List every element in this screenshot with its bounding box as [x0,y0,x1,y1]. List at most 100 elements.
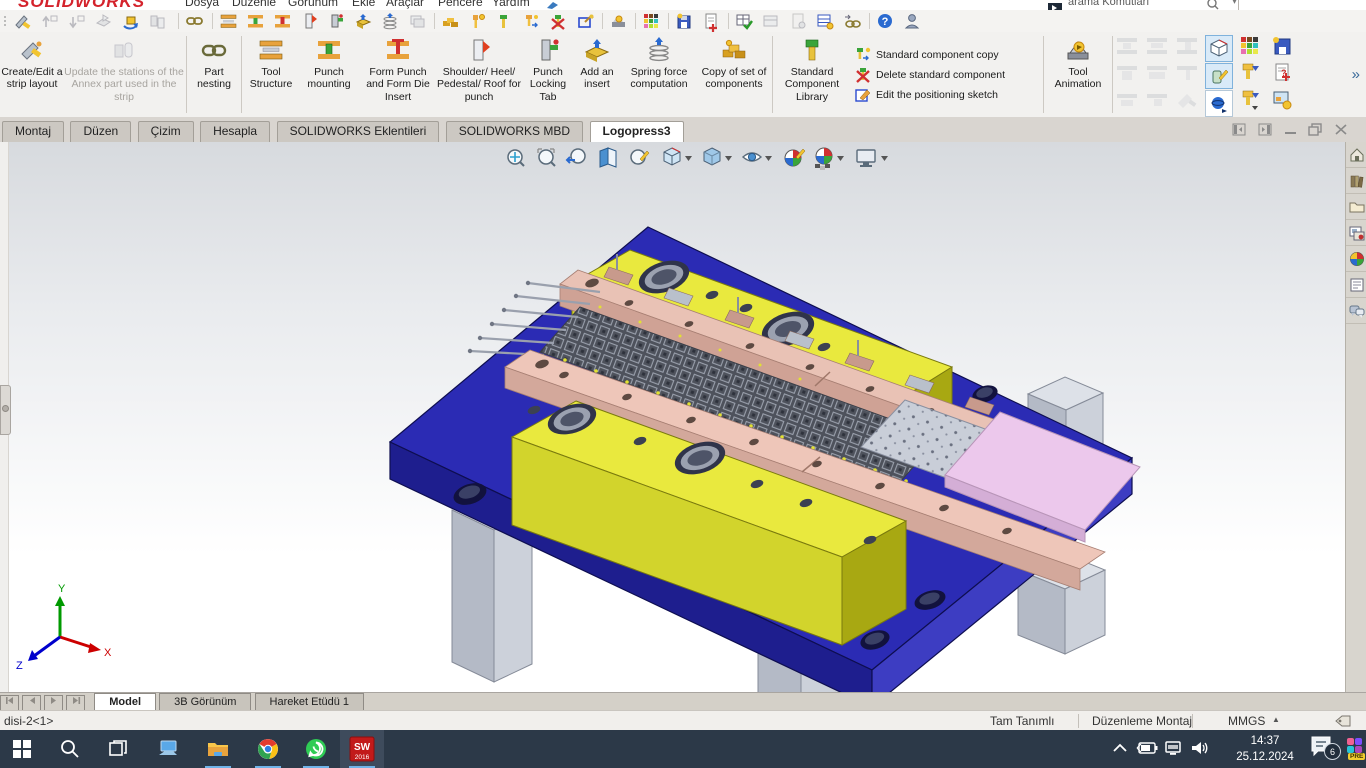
hide-show-caret[interactable] [765,156,772,161]
zoom-to-fit-button[interactable] [508,150,524,166]
search-magnifier-icon[interactable] [1206,0,1232,10]
menu-dosya[interactable]: Dosya [185,0,219,9]
view-settings-caret[interactable] [881,156,888,161]
ribbon-tool-structure-button[interactable]: Tool Structure [244,32,298,117]
collapse-pane-right-icon[interactable] [1258,123,1272,136]
ribbon-delete-standard-component-button[interactable]: Delete standard component [855,67,1035,83]
qt-die-set-red[interactable] [275,15,290,28]
tab-nav-first[interactable] [0,695,19,711]
task-view-icon[interactable] [96,730,140,768]
custom-properties-icon[interactable] [1346,272,1366,298]
doc-add-question-button[interactable]: ? [1271,62,1293,84]
panel-expand-handle[interactable] [0,385,11,435]
ribbon-add-insert-button[interactable]: Add an insert [574,32,620,117]
qt-punch-tab[interactable] [332,14,343,27]
solidworks-forum-icon[interactable] [1346,298,1366,324]
minimize-icon[interactable] [1284,125,1298,135]
apply-scene-button[interactable] [815,148,832,170]
tab-nav-next[interactable] [44,695,63,711]
taskbar-search-icon[interactable] [48,730,92,768]
tray-chevron-icon[interactable] [1112,742,1128,754]
tab-cizim[interactable]: Çizim [138,121,194,142]
ribbon-punch-mounting-button[interactable]: Punch mounting [298,32,360,117]
die-icon-disabled[interactable] [1175,89,1201,111]
hide-show-items-button[interactable] [743,153,761,161]
edit-appearance-button[interactable] [785,149,805,166]
ribbon-copy-set-button[interactable]: Copy of set of components [698,32,770,117]
search-caret-icon[interactable]: ▾ [1232,0,1237,7]
die-icon-disabled[interactable] [1115,89,1141,111]
display-style-caret[interactable] [725,156,732,161]
qt-punch-home[interactable] [579,15,594,28]
qt-punch-sparkle[interactable] [473,15,485,29]
tab-nav-last[interactable] [66,695,85,711]
quick-assist-icon[interactable] [146,730,190,768]
qt-help-globe[interactable]: ? [878,14,892,28]
dynamic-annotation-views-button[interactable] [631,150,649,164]
ribbon-standard-component-library-button[interactable]: Standard Component Library [775,32,849,117]
qt-save-new[interactable] [678,14,690,28]
qt-doc-question[interactable] [706,14,717,32]
qt-spring-computation[interactable] [384,13,396,29]
tab-model[interactable]: Model [94,693,156,710]
volume-icon[interactable] [1190,739,1212,757]
edit-component-button[interactable] [1205,63,1233,90]
tab-3d-gorunum[interactable]: 3B Görünüm [159,693,251,710]
units-caret-icon[interactable]: ▲ [1272,715,1280,724]
tab-montaj[interactable]: Montaj [2,121,64,142]
appearances-scenes-icon[interactable] [1346,246,1366,272]
qt-link-part[interactable] [187,18,202,24]
ribbon-standard-component-copy-button[interactable]: Standard component copy [855,47,1035,63]
close-icon[interactable] [1334,123,1348,136]
search-command-box[interactable]: arama Komutları ▾ [1046,0,1246,10]
qt-link-new[interactable] [845,15,860,27]
qt-die-set-green[interactable] [248,15,263,28]
menu-ekle[interactable]: Ekle [352,0,375,9]
die-icon-disabled[interactable] [1145,89,1171,111]
qt-station-up[interactable] [43,16,57,27]
qt-user-profile[interactable] [906,15,918,28]
menu-pencere[interactable]: Pencere [438,0,483,9]
start-button[interactable] [0,730,44,768]
view-orientation-caret[interactable] [685,156,692,161]
notification-center-icon[interactable]: 6 [1310,734,1344,764]
whatsapp-icon[interactable] [294,730,338,768]
die-icon-disabled[interactable] [1145,62,1171,84]
graphics-area[interactable]: Y X Z [0,142,1345,692]
battery-icon[interactable] [1136,741,1158,755]
file-explorer-icon[interactable] [1346,194,1366,220]
ribbon-punch-locking-tab-button[interactable]: Punch Locking Tab [522,32,574,117]
qt-flatten-strip[interactable] [97,15,110,26]
ribbon-tool-animation-button[interactable]: Tool Animation [1046,32,1110,117]
tab-duzen[interactable]: Düzen [70,121,131,142]
search-input[interactable]: arama Komutları [1068,0,1149,8]
menu-yardim[interactable]: Yardım [492,0,530,9]
taskbar-clock[interactable]: 14:37 25.12.2024 [1222,733,1308,765]
isometric-view-button[interactable] [1205,35,1233,62]
copilot-preview-icon[interactable]: PRE [1346,737,1366,765]
qt-die-gold-sparkle[interactable] [612,16,625,27]
units-selector[interactable]: MMGS [1228,714,1265,728]
qt-color-palette[interactable] [644,14,658,28]
qt-table-props[interactable] [764,16,777,26]
ribbon-update-stations-button[interactable]: Update the stations of the Annex part us… [64,32,184,117]
pin-icon[interactable] [545,0,561,10]
qt-layers[interactable] [411,16,424,27]
solidworks-taskbar-icon[interactable]: SW2016 [340,730,384,768]
menu-araclar[interactable]: Araçlar [386,0,424,9]
design-library-icon[interactable] [1346,168,1366,194]
menu-gorunum[interactable]: Görünüm [288,0,338,9]
restore-icon[interactable] [1308,123,1324,136]
tab-hesapla[interactable]: Hesapla [200,121,270,142]
qt-punch-copy[interactable] [526,15,538,27]
file-explorer-taskbar-icon[interactable] [196,730,240,768]
ribbon-edit-positioning-sketch-button[interactable]: Edit the positioning sketch [855,87,1035,103]
tab-hareket-etudu[interactable]: Hareket Etüdü 1 [255,693,365,710]
qt-station-down[interactable] [70,16,84,27]
save-table-button[interactable] [1271,35,1293,57]
die-icon-disabled[interactable] [1115,35,1141,57]
qt-punch-standard[interactable] [500,15,507,28]
apply-scene-caret[interactable] [837,156,844,161]
die-icon-disabled[interactable] [1175,62,1201,84]
qt-pair-tool[interactable] [151,16,164,28]
